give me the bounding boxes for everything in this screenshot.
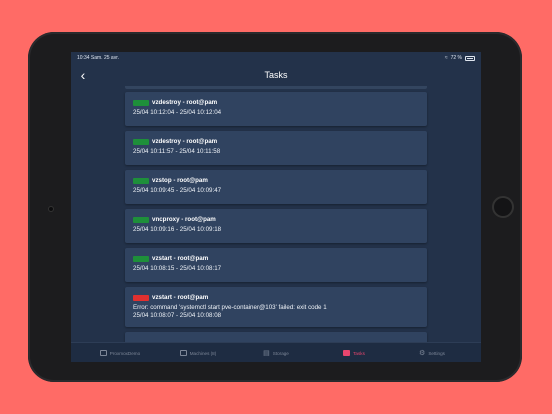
monitor-icon: [179, 350, 187, 356]
chevron-left-icon: ‹: [80, 67, 86, 83]
back-button[interactable]: ‹: [75, 66, 91, 84]
task-row[interactable]: vzstop - root@pam 25/04 10:09:45 - 25/04…: [125, 170, 427, 204]
task-time: 25/04 10:08:07 - 25/04 10:08:08: [133, 312, 222, 319]
task-row[interactable]: vzdestroy - root@pam 25/04 10:12:04 - 25…: [125, 92, 427, 126]
task-title: vncproxy - root@pam: [152, 216, 216, 223]
status-time-date: 10:34 Sam. 25 avr.: [77, 55, 119, 61]
status-ok-indicator: [133, 255, 149, 262]
tab-storage[interactable]: ▤ Storage: [237, 343, 315, 362]
tab-label: Settings: [428, 350, 445, 356]
tab-bar: ProxmoxDemo Machines (8) ▤ Storage Tasks…: [71, 342, 481, 362]
status-ok-indicator: [133, 216, 149, 223]
task-error-message: Error: command 'systemctl start pve-cont…: [133, 304, 327, 311]
status-bar: 10:34 Sam. 25 avr. ≈ 72 %: [71, 52, 481, 64]
task-title: vzdestroy - root@pam: [152, 138, 218, 145]
task-time: 25/04 10:09:16 - 25/04 10:09:18: [133, 226, 222, 233]
tab-label: Tasks: [353, 350, 365, 356]
task-row[interactable]: vncproxy - root@pam 25/04 10:09:16 - 25/…: [125, 209, 427, 243]
task-time: 25/04 10:09:45 - 25/04 10:09:47: [133, 187, 222, 194]
status-ok-indicator: [133, 99, 149, 106]
page-title: Tasks: [264, 70, 288, 80]
status-error-indicator: [133, 294, 149, 301]
status-right: ≈ 72 %: [445, 55, 475, 61]
navigation-bar: ‹ Tasks: [71, 64, 481, 86]
battery-icon: [465, 55, 475, 61]
tab-proxmoxdemo[interactable]: ProxmoxDemo: [81, 343, 159, 362]
task-title: vzstop - root@pam: [152, 177, 208, 184]
status-ok-indicator: [133, 138, 149, 145]
battery-percent: 72 %: [450, 55, 462, 61]
status-date: Sam. 25 avr.: [90, 55, 119, 61]
tab-machines[interactable]: Machines (8): [159, 343, 237, 362]
task-title: vzdestroy - root@pam: [152, 99, 218, 106]
task-row[interactable]: vzdestroy - root@pam 25/04 10:11:57 - 25…: [125, 131, 427, 165]
task-title: vzstart - root@pam: [152, 294, 209, 301]
task-title: vzstart - root@pam: [152, 255, 209, 262]
app-screen: 10:34 Sam. 25 avr. ≈ 72 % ‹ Tasks vzdest…: [71, 52, 481, 362]
task-time: 25/04 10:12:04 - 25/04 10:12:04: [133, 109, 222, 116]
status-ok-indicator: [133, 177, 149, 184]
gear-icon: ⚙: [419, 349, 426, 357]
task-time: 25/04 10:11:57 - 25/04 10:11:58: [133, 148, 221, 155]
home-button[interactable]: [492, 196, 514, 218]
tab-tasks[interactable]: Tasks: [315, 343, 393, 362]
front-camera: [48, 206, 54, 212]
task-time: 25/04 10:08:15 - 25/04 10:08:17: [133, 265, 222, 272]
task-row[interactable]: vzstart - root@pam 25/04 10:08:15 - 25/0…: [125, 248, 427, 282]
tab-settings[interactable]: ⚙ Settings: [393, 343, 471, 362]
list-item-partial: [125, 86, 427, 89]
server-icon: [99, 350, 107, 356]
status-time: 10:34: [77, 55, 90, 61]
tab-label: Machines (8): [189, 350, 217, 356]
tab-label: ProxmoxDemo: [109, 350, 141, 356]
tasks-icon: [343, 350, 351, 356]
tab-label: Storage: [272, 350, 289, 356]
storage-icon: ▤: [263, 349, 270, 357]
task-row[interactable]: vzstart - root@pam Error: command 'syste…: [125, 287, 427, 327]
wifi-icon: ≈: [444, 55, 448, 61]
